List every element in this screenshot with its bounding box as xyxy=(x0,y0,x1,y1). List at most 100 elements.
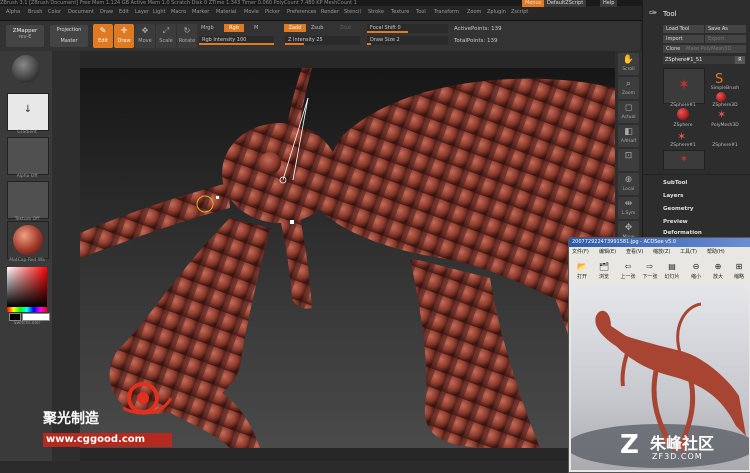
secondary-color-swatch[interactable] xyxy=(22,313,50,321)
zsub-toggle[interactable]: Zsub xyxy=(311,25,323,31)
section-deformation[interactable]: Deformation xyxy=(663,230,702,236)
persp-button[interactable]: ⊡ xyxy=(618,149,639,171)
menu-render[interactable]: Render xyxy=(321,9,339,15)
local-button[interactable]: ⊕ Local xyxy=(618,173,639,195)
zadd-toggle[interactable]: Zadd xyxy=(284,24,306,32)
color-picker-square[interactable] xyxy=(7,267,47,307)
focal-shift-slider[interactable]: Focal Shift 0 xyxy=(367,24,448,33)
menu-picker[interactable]: Picker xyxy=(265,9,280,15)
alpha-thumbnail[interactable] xyxy=(7,137,49,175)
acdsee-next-button[interactable]: ⇨ 下一张 xyxy=(639,260,661,282)
menu-layer[interactable]: Layer xyxy=(135,9,149,15)
menu-macro[interactable]: Macro xyxy=(171,9,186,15)
menu-light[interactable]: Light xyxy=(153,9,165,15)
section-preview[interactable]: Preview xyxy=(663,219,688,225)
menu-draw[interactable]: Draw xyxy=(100,9,113,15)
actual-button[interactable]: ◻ Actual xyxy=(618,101,639,123)
zmapper-button[interactable]: ZMapper rev-E xyxy=(6,25,44,47)
stroke-thumbnail[interactable]: ↓ xyxy=(7,93,49,131)
acdsee-menu-view[interactable]: 查看(V) xyxy=(626,248,643,255)
r-button[interactable]: R xyxy=(735,56,745,64)
alpha-label: Alpha Off xyxy=(16,174,38,179)
material-thumbnail[interactable] xyxy=(7,221,49,259)
zoom-button[interactable]: ⌕ Zoom xyxy=(618,77,639,99)
acdsee-zoom-in-button[interactable]: ⊕ 放大 xyxy=(707,260,729,282)
acdsee-slideshow-button[interactable]: ▤ 幻灯片 xyxy=(661,260,683,282)
acdsee-thumbnail-button[interactable]: ⊞ 缩略 xyxy=(728,260,750,282)
active-points-label: ActivePoints: xyxy=(454,26,490,32)
menu-stencil[interactable]: Stencil xyxy=(344,9,361,15)
menu-zplugin[interactable]: Zplugin xyxy=(487,9,506,15)
clone-button[interactable]: Clone xyxy=(663,45,684,53)
polymesh3d-icon[interactable]: ✶ xyxy=(717,108,726,121)
help-button[interactable]: Help xyxy=(600,0,618,7)
zsphere-icon[interactable] xyxy=(677,108,689,120)
menu-alpha[interactable]: Alpha xyxy=(6,9,20,15)
menu-document[interactable]: Document xyxy=(68,9,94,15)
m-toggle[interactable]: M xyxy=(254,25,258,31)
z-intensity-slider[interactable]: Z Intensity 25 xyxy=(285,36,360,45)
menu-zscript[interactable]: Zscript xyxy=(511,9,528,15)
acdsee-browse-button[interactable]: 🗂 浏览 xyxy=(593,260,615,282)
menu-color[interactable]: Color xyxy=(48,9,61,15)
zcut-toggle[interactable]: Zcut xyxy=(340,25,351,31)
menu-stroke[interactable]: Stroke xyxy=(368,9,384,15)
menu-marker[interactable]: Marker xyxy=(192,9,209,15)
zsphere1-small-icon[interactable]: ✶ xyxy=(677,130,686,143)
menu-transform[interactable]: Transform xyxy=(434,9,459,15)
menu-zoom[interactable]: Zoom xyxy=(467,9,481,15)
draw-button[interactable]: ✛ Draw xyxy=(114,24,134,48)
texture-thumbnail[interactable] xyxy=(7,181,49,219)
edit-gizmo-point-2[interactable] xyxy=(216,196,219,199)
section-layers[interactable]: Layers xyxy=(663,193,683,199)
mrgb-toggle[interactable]: Mrgb xyxy=(201,25,214,31)
primary-color-swatch[interactable] xyxy=(9,313,21,321)
rgb-intensity-slider[interactable]: Rgb Intensity 100 xyxy=(199,36,274,45)
menu-brush[interactable]: Brush xyxy=(28,9,42,15)
menu-preferences[interactable]: Preferences xyxy=(287,9,316,15)
acdsee-menu-help[interactable]: 帮助(H) xyxy=(707,248,725,255)
save-as-button[interactable]: Save As xyxy=(705,25,746,33)
edit-gizmo-point[interactable] xyxy=(290,220,294,224)
default-zscript-button[interactable]: DefaultZScript xyxy=(544,0,587,7)
acdsee-menu-zoom[interactable]: 缩放(Z) xyxy=(653,248,670,255)
acdsee-prev-button[interactable]: ⇦ 上一张 xyxy=(617,260,639,282)
lsym-button[interactable]: ⇹ L.Sym xyxy=(618,197,639,219)
acdsee-menu-edit[interactable]: 编辑(E) xyxy=(599,248,616,255)
hue-strip[interactable] xyxy=(7,307,47,312)
section-geometry[interactable]: Geometry xyxy=(663,206,693,212)
switch-color-label[interactable]: SwitchColor xyxy=(7,321,47,326)
section-subtool[interactable]: SubTool xyxy=(663,180,687,186)
tool-tile-extra[interactable]: ✶ xyxy=(663,150,705,170)
tool-tile-zsphere1[interactable]: ✶ xyxy=(663,68,705,104)
menu-texture[interactable]: Texture xyxy=(391,9,409,15)
menu-edit[interactable]: Edit xyxy=(119,9,129,15)
menu-tool[interactable]: Tool xyxy=(416,9,426,15)
acdsee-menu-file[interactable]: 文件(F) xyxy=(572,248,589,255)
make-polymesh-button[interactable]: Make PolyMesh3D xyxy=(683,45,746,53)
rgb-toggle[interactable]: Rgb xyxy=(224,24,244,32)
import-button[interactable]: Import xyxy=(663,35,704,43)
projection-master-button[interactable]: Projection Master xyxy=(50,25,88,47)
lsym-label: L.Sym xyxy=(621,211,636,216)
acdsee-zoom-out-button[interactable]: ⊖ 缩小 xyxy=(685,260,707,282)
acdsee-open-button[interactable]: 📂 打开 xyxy=(571,260,593,282)
menus-button[interactable]: Menus xyxy=(522,0,545,7)
export-button[interactable]: Export xyxy=(705,35,746,43)
current-tool-name[interactable]: ZSphere#1_51 xyxy=(663,56,735,64)
menu-movie[interactable]: Movie xyxy=(244,9,259,15)
move-button[interactable]: ✥ Move xyxy=(135,24,155,48)
perspective-icon: ⊡ xyxy=(624,151,633,161)
draw-size-slider[interactable]: Draw Size 2 xyxy=(367,36,448,45)
rotate-button[interactable]: ↻ Rotate xyxy=(177,24,197,48)
load-tool-button[interactable]: Load Tool xyxy=(663,25,704,33)
simplebrush-icon[interactable]: S xyxy=(715,72,723,87)
aahalf-button[interactable]: ◧ AAHalf xyxy=(618,125,639,147)
zsphere3d-icon[interactable] xyxy=(716,92,726,102)
menu-material[interactable]: Material xyxy=(216,9,236,15)
edit-button[interactable]: ✎ Edit xyxy=(93,24,113,48)
scroll-button[interactable]: ✋ Scroll xyxy=(618,53,639,75)
acdsee-menu-tools[interactable]: 工具(T) xyxy=(680,248,697,255)
brush-sphere-icon[interactable] xyxy=(12,55,40,83)
scale-button[interactable]: ⤢ Scale xyxy=(156,24,176,48)
